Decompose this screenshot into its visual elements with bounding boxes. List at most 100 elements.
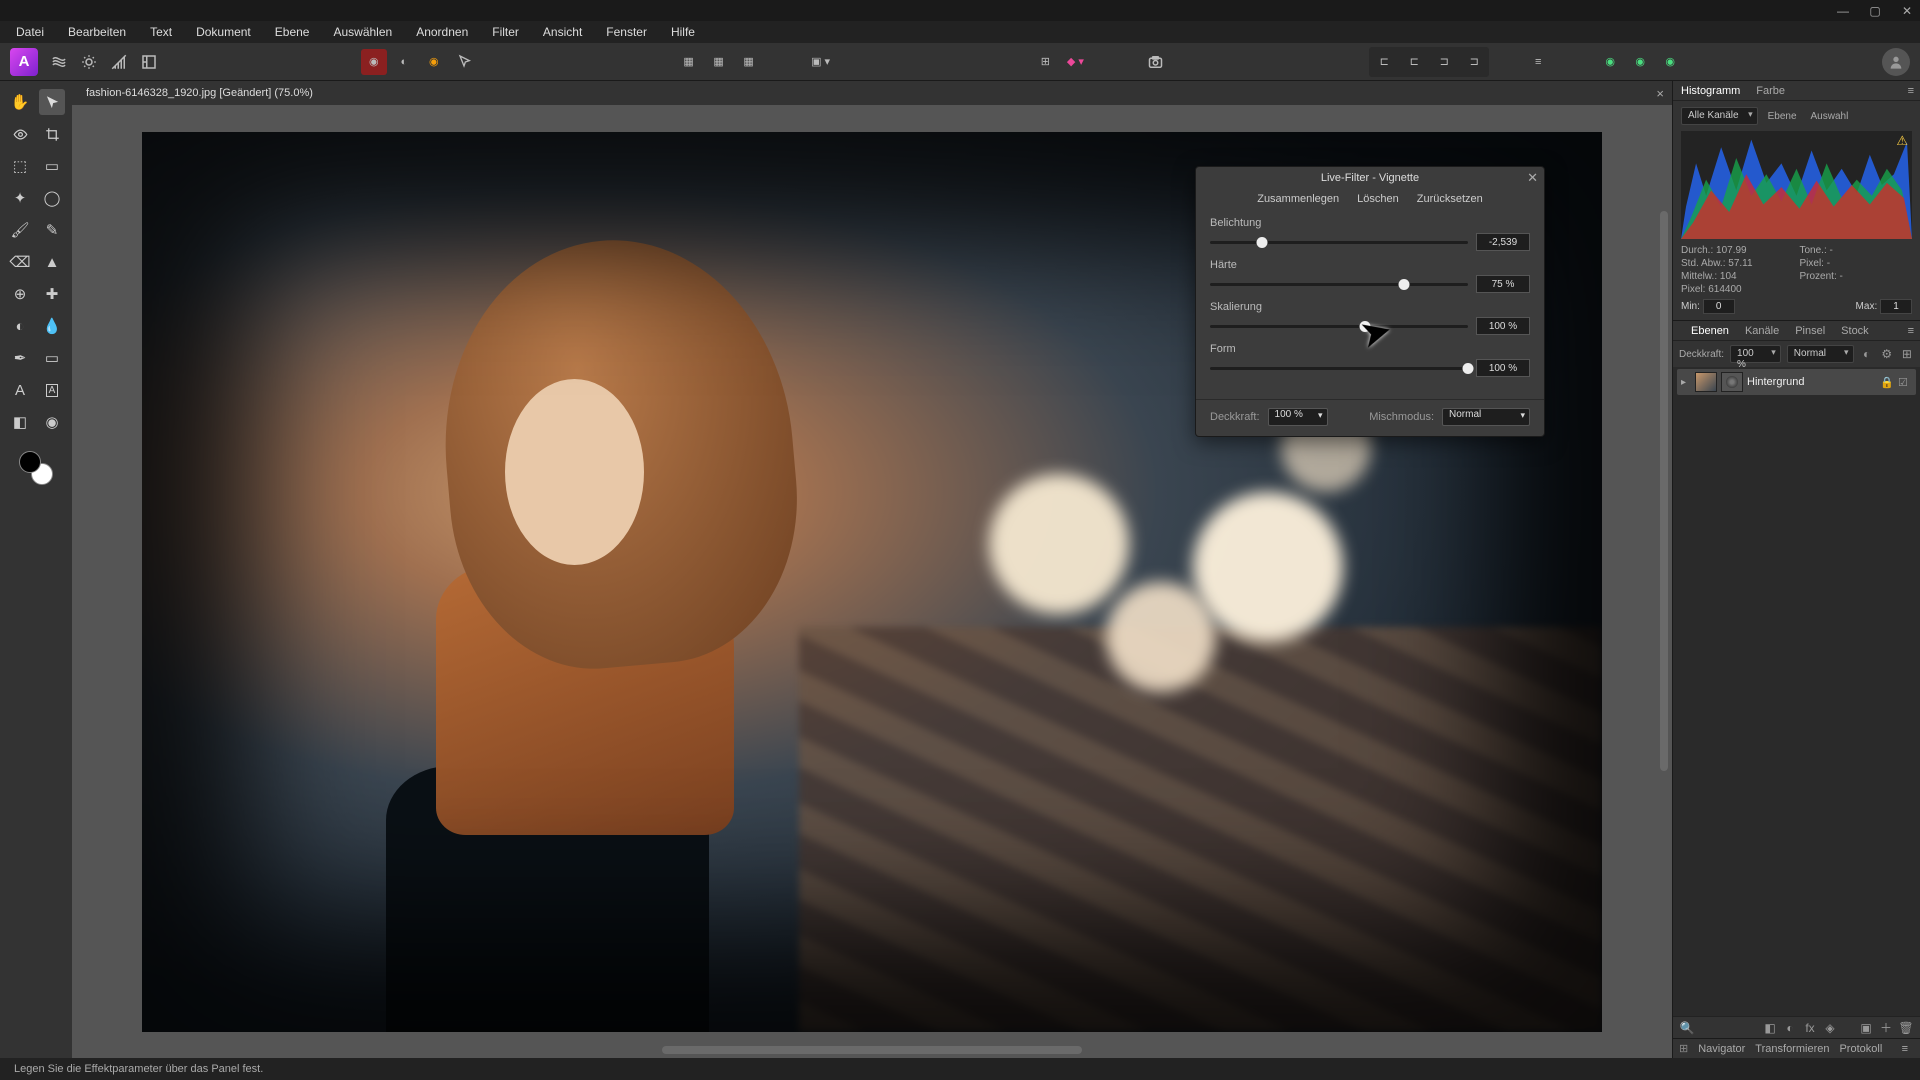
scale-thumb[interactable]: [1359, 321, 1370, 332]
livefilter-icon[interactable]: ◈: [1822, 1020, 1838, 1036]
layer-fx-icon[interactable]: ◐: [1860, 346, 1874, 362]
tab-transformieren[interactable]: Transformieren: [1755, 1043, 1829, 1055]
layer-more-icon[interactable]: ⊞: [1900, 346, 1914, 362]
menu-dokument[interactable]: Dokument: [184, 21, 263, 43]
tab-histogramm[interactable]: Histogramm: [1673, 85, 1748, 97]
snap-dropdown-icon[interactable]: ▣ ▾: [808, 49, 834, 75]
horizontal-scrollbar[interactable]: [662, 1046, 1082, 1054]
text-frame-icon[interactable]: A: [39, 377, 65, 403]
arrange-forward-icon[interactable]: ⊐: [1431, 49, 1457, 75]
histogram-ebene-button[interactable]: Ebene: [1764, 111, 1801, 122]
tab-ebenen[interactable]: Ebenen: [1683, 325, 1737, 337]
blur-tool-icon[interactable]: 💧: [39, 313, 65, 339]
color-picker-icon[interactable]: ◉: [39, 409, 65, 435]
shape-slider[interactable]: [1210, 367, 1468, 370]
menu-text[interactable]: Text: [138, 21, 184, 43]
tab-pinsel[interactable]: Pinsel: [1787, 325, 1833, 337]
tab-navigator[interactable]: Navigator: [1698, 1043, 1745, 1055]
crop-tool-icon[interactable]: [39, 121, 65, 147]
assistant-dropdown-icon[interactable]: ◆ ▾: [1062, 49, 1088, 75]
vertical-scrollbar[interactable]: [1660, 211, 1668, 771]
mask-icon[interactable]: ◧: [1762, 1020, 1778, 1036]
scale-slider[interactable]: [1210, 325, 1468, 328]
min-input[interactable]: [1703, 299, 1735, 314]
gradient-tool-icon[interactable]: ◧: [7, 409, 33, 435]
hardness-input[interactable]: [1476, 275, 1530, 293]
lock-icon[interactable]: 🔒: [1880, 376, 1894, 389]
move-tool-icon[interactable]: [39, 89, 65, 115]
view-tool-icon[interactable]: [7, 121, 33, 147]
account-avatar-icon[interactable]: [1882, 48, 1910, 76]
delete-layer-icon[interactable]: 🗑: [1898, 1020, 1914, 1036]
persona-export-icon[interactable]: [136, 49, 162, 75]
dodge-tool-icon[interactable]: ◐: [7, 313, 33, 339]
dialog-blend-select[interactable]: Normal: [1442, 408, 1530, 426]
exposure-input[interactable]: [1476, 233, 1530, 251]
menu-anordnen[interactable]: Anordnen: [404, 21, 480, 43]
close-button[interactable]: ✕: [1900, 4, 1914, 18]
dialog-opacity-select[interactable]: 100 %: [1268, 408, 1328, 426]
clone-tool-icon[interactable]: ⊕: [7, 281, 33, 307]
fx-icon[interactable]: fx: [1802, 1020, 1818, 1036]
panel-menu-icon[interactable]: ≡: [1902, 85, 1920, 97]
persona-liquify-icon[interactable]: [46, 49, 72, 75]
heal-tool-icon[interactable]: ✚: [39, 281, 65, 307]
tab-stock[interactable]: Stock: [1833, 325, 1877, 337]
shape-tool-icon[interactable]: ▭: [39, 345, 65, 371]
document-tab[interactable]: fashion-6146328_1920.jpg [Geändert] (75.…: [78, 87, 321, 99]
layer-row-background[interactable]: ▸ Hintergrund 🔒 ☑: [1677, 369, 1916, 395]
marquee-tool-icon[interactable]: ▭: [39, 153, 65, 179]
dialog-close-icon[interactable]: ✕: [1527, 170, 1538, 186]
scale-input[interactable]: [1476, 317, 1530, 335]
erase-tool-icon[interactable]: ⌫: [7, 249, 33, 275]
arrange-front-icon[interactable]: ⊐: [1461, 49, 1487, 75]
tab-kanaele[interactable]: Kanäle: [1737, 325, 1787, 337]
minimize-button[interactable]: —: [1836, 4, 1850, 18]
persona-tone-icon[interactable]: [106, 49, 132, 75]
align-panel-icon[interactable]: ≡: [1525, 49, 1551, 75]
menu-bearbeiten[interactable]: Bearbeiten: [56, 21, 138, 43]
layer-search-icon[interactable]: 🔍: [1679, 1020, 1695, 1036]
quick-mask-icon[interactable]: ◐: [391, 49, 417, 75]
dialog-reset-button[interactable]: Zurücksetzen: [1417, 193, 1483, 205]
layer-blend-select[interactable]: Normal: [1787, 345, 1854, 363]
text-tool-icon[interactable]: A: [7, 377, 33, 403]
sync-cloud-icon[interactable]: ◉: [1657, 49, 1683, 75]
paint-brush-icon[interactable]: 🖌: [7, 217, 33, 243]
dialog-merge-button[interactable]: Zusammenlegen: [1257, 193, 1339, 205]
maximize-button[interactable]: ▢: [1868, 4, 1882, 18]
fill-tool-icon[interactable]: ▲: [39, 249, 65, 275]
crop-mode-icon[interactable]: ⊞: [1032, 49, 1058, 75]
align-center-icon[interactable]: ▦: [706, 49, 732, 75]
dialog-delete-button[interactable]: Löschen: [1357, 193, 1399, 205]
menu-ansicht[interactable]: Ansicht: [531, 21, 594, 43]
dialog-titlebar[interactable]: Live-Filter - Vignette ✕: [1196, 167, 1544, 189]
document-close-icon[interactable]: ×: [1656, 86, 1664, 101]
align-right-icon[interactable]: ▦: [736, 49, 762, 75]
histogram-auswahl-button[interactable]: Auswahl: [1807, 111, 1853, 122]
menu-ebene[interactable]: Ebene: [263, 21, 322, 43]
adjustment-icon[interactable]: ◐: [1782, 1020, 1798, 1036]
autoselect-icon[interactable]: [451, 49, 477, 75]
pencil-tool-icon[interactable]: ✎: [39, 217, 65, 243]
arrange-backward-icon[interactable]: ⊏: [1401, 49, 1427, 75]
arrange-back-icon[interactable]: ⊏: [1371, 49, 1397, 75]
tab-protokoll[interactable]: Protokoll: [1839, 1043, 1882, 1055]
sync-update-icon[interactable]: ◉: [1627, 49, 1653, 75]
layers-menu-icon[interactable]: ≡: [1902, 325, 1920, 337]
tab-farbe[interactable]: Farbe: [1748, 85, 1793, 97]
exposure-slider[interactable]: [1210, 241, 1468, 244]
channel-select[interactable]: Alle Kanäle: [1681, 107, 1758, 125]
add-layer-icon[interactable]: ＋: [1878, 1020, 1894, 1036]
layer-opacity-select[interactable]: 100 %: [1730, 345, 1781, 363]
menu-hilfe[interactable]: Hilfe: [659, 21, 707, 43]
layer-gear-icon[interactable]: ⚙: [1880, 346, 1894, 362]
selection-brush-icon[interactable]: ⬚: [7, 153, 33, 179]
selection-mode-icon[interactable]: ◉: [361, 49, 387, 75]
group-icon[interactable]: ▣: [1858, 1020, 1874, 1036]
shape-thumb[interactable]: [1463, 363, 1474, 374]
hardness-thumb[interactable]: [1398, 279, 1409, 290]
align-left-icon[interactable]: ▦: [676, 49, 702, 75]
hardness-slider[interactable]: [1210, 283, 1468, 286]
pen-tool-icon[interactable]: ✒: [7, 345, 33, 371]
